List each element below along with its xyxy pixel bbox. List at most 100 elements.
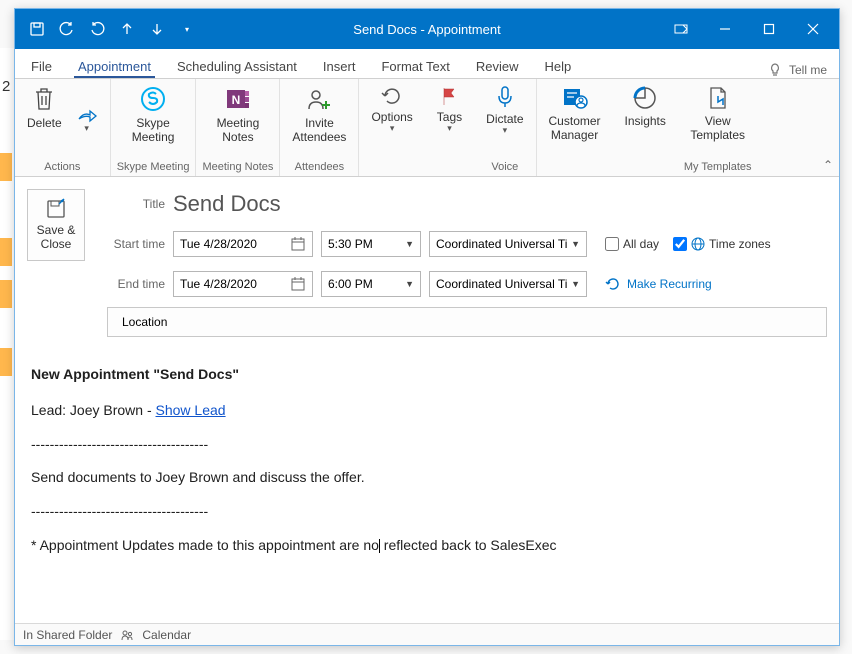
make-recurring-button[interactable]: Make Recurring <box>605 276 712 292</box>
title-value[interactable]: Send Docs <box>173 191 281 217</box>
refresh-icon <box>380 85 404 107</box>
ribbon-group-actions: Delete ▾ Actions <box>15 79 111 176</box>
statusbar: In Shared Folder Calendar <box>15 623 839 645</box>
view-templates-button[interactable]: View Templates <box>684 83 751 143</box>
notes-label: Meeting Notes <box>217 117 260 145</box>
time-zones-checkbox[interactable]: Time zones <box>673 237 771 251</box>
forward-dropdown[interactable]: ▾ <box>70 83 104 134</box>
menu-review[interactable]: Review <box>472 53 523 78</box>
ribbon-group-notes: N Meeting Notes Meeting Notes <box>196 79 280 176</box>
redo-icon[interactable] <box>87 19 107 39</box>
trash-icon <box>31 85 57 113</box>
ribbon-group-label: My Templates <box>684 158 752 176</box>
save-close-button[interactable]: Save & Close <box>27 189 85 261</box>
appointment-body[interactable]: New Appointment "Send Docs" Lead: Joey B… <box>15 347 839 623</box>
close-button[interactable] <box>791 9 835 49</box>
skype-meeting-button[interactable]: Skype Meeting <box>126 83 181 145</box>
body-lead-line: Lead: Joey Brown - Show Lead <box>31 399 823 423</box>
time-zones-input[interactable] <box>673 237 687 251</box>
menu-file[interactable]: File <box>27 53 56 78</box>
up-arrow-icon[interactable] <box>117 19 137 39</box>
meeting-notes-button[interactable]: N Meeting Notes <box>211 83 266 145</box>
delete-label: Delete <box>27 117 62 131</box>
location-button[interactable]: Location <box>107 307 827 337</box>
start-time-input[interactable]: 5:30 PM ▼ <box>321 231 421 257</box>
start-timezone-select[interactable]: Coordinated Universal Ti ▼ <box>429 231 587 257</box>
appointment-window: ▾ Send Docs - Appointment File Appointme… <box>14 8 840 646</box>
down-arrow-icon[interactable] <box>147 19 167 39</box>
customer-label: Customer Manager <box>549 115 601 143</box>
body-separator: -------------------------------------- <box>31 433 823 457</box>
status-folder: In Shared Folder <box>23 628 112 642</box>
ribbon-collapse-icon[interactable]: ⌃ <box>823 158 833 172</box>
note-before: * Appointment Updates made to this appoi… <box>31 537 379 553</box>
show-lead-link[interactable]: Show Lead <box>156 402 226 418</box>
insights-label: Insights <box>625 115 666 129</box>
ribbon-group-voice: Dictate ▾ Voice <box>474 79 536 176</box>
form-area: Save & Close Title Send Docs Start time … <box>15 177 839 301</box>
minimize-button[interactable] <box>703 9 747 49</box>
end-date-value: Tue 4/28/2020 <box>180 277 257 291</box>
tags-dropdown[interactable]: Tags ▾ <box>431 83 468 134</box>
dictate-dropdown[interactable]: Dictate ▾ <box>480 83 529 136</box>
ribbon-group-label: Actions <box>44 158 80 176</box>
delete-button[interactable]: Delete <box>21 83 68 131</box>
menu-insert[interactable]: Insert <box>319 53 360 78</box>
invite-icon <box>304 85 334 113</box>
insights-button[interactable]: Insights <box>619 83 672 129</box>
save-icon[interactable] <box>27 19 47 39</box>
background-date-fragment: 2 <box>2 78 10 95</box>
save-close-icon <box>45 198 67 220</box>
body-description: Send documents to Joey Brown and discuss… <box>31 466 823 490</box>
globe-icon <box>691 237 705 251</box>
skype-label: Skype Meeting <box>132 117 175 145</box>
end-tz-value: Coordinated Universal Ti <box>436 277 567 291</box>
ribbon-group-label: Voice <box>491 158 518 176</box>
all-day-checkbox[interactable]: All day <box>605 237 659 251</box>
menu-help[interactable]: Help <box>540 53 575 78</box>
menu-format[interactable]: Format Text <box>377 53 453 78</box>
invite-attendees-button[interactable]: Invite Attendees <box>286 83 352 145</box>
forward-icon <box>76 109 98 123</box>
undo-icon[interactable] <box>57 19 77 39</box>
chevron-down-icon: ▼ <box>571 279 580 289</box>
people-icon <box>120 628 134 642</box>
maximize-button[interactable] <box>747 9 791 49</box>
options-dropdown[interactable]: Options ▾ <box>365 83 418 134</box>
all-day-label: All day <box>623 237 659 251</box>
customer-manager-icon <box>561 85 589 111</box>
all-day-input[interactable] <box>605 237 619 251</box>
start-date-input[interactable]: Tue 4/28/2020 <box>173 231 313 257</box>
insights-icon <box>632 85 658 111</box>
start-tz-value: Coordinated Universal Ti <box>436 237 567 251</box>
end-timezone-select[interactable]: Coordinated Universal Ti ▼ <box>429 271 587 297</box>
end-time-value: 6:00 PM <box>328 277 373 291</box>
menu-scheduling[interactable]: Scheduling Assistant <box>173 53 301 78</box>
ribbon-group-customer: Customer Manager <box>537 79 613 176</box>
calendar-icon <box>290 276 306 292</box>
microphone-icon <box>494 85 516 109</box>
templates-icon <box>706 85 730 111</box>
skype-icon <box>138 85 168 113</box>
titlebar: ▾ Send Docs - Appointment <box>15 9 839 49</box>
note-after: reflected back to SalesExec <box>380 537 557 553</box>
chevron-down-icon: ▼ <box>405 239 414 249</box>
end-time-label: End time <box>95 277 165 291</box>
body-footnote: * Appointment Updates made to this appoi… <box>31 534 823 558</box>
menubar: File Appointment Scheduling Assistant In… <box>15 49 839 79</box>
tell-me-search[interactable]: Tell me <box>767 62 827 78</box>
chevron-down-icon: ▼ <box>405 279 414 289</box>
ribbon-group-tags: Tags ▾ <box>425 79 474 176</box>
ribbon-group-label: Skype Meeting <box>117 158 190 176</box>
end-date-input[interactable]: Tue 4/28/2020 <box>173 271 313 297</box>
window-options-icon[interactable] <box>659 9 703 49</box>
ribbon-group-skype: Skype Meeting Skype Meeting <box>111 79 197 176</box>
templates-label: View Templates <box>690 115 745 143</box>
start-date-value: Tue 4/28/2020 <box>180 237 257 251</box>
menu-appointment[interactable]: Appointment <box>74 53 155 78</box>
end-time-input[interactable]: 6:00 PM ▼ <box>321 271 421 297</box>
ribbon-group-label: Attendees <box>295 158 345 176</box>
customer-manager-button[interactable]: Customer Manager <box>543 83 607 143</box>
body-separator: -------------------------------------- <box>31 500 823 524</box>
qat-dropdown-icon[interactable]: ▾ <box>177 19 197 39</box>
